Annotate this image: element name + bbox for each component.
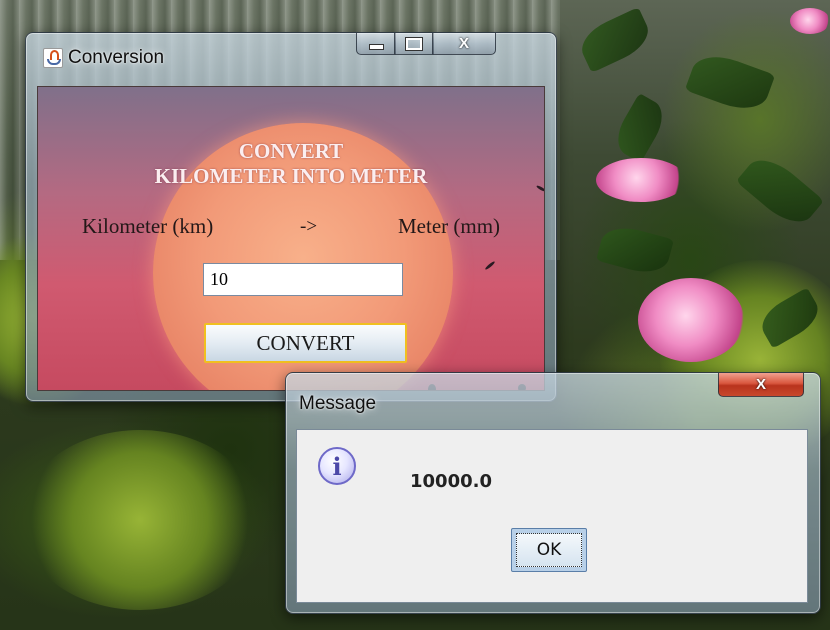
conversion-window: Conversion X CONVERT KILOMETER INTO METE…: [25, 32, 557, 402]
maximize-button[interactable]: [394, 33, 434, 55]
moss-plant: [20, 430, 260, 610]
minimize-icon: [368, 43, 384, 50]
info-icon-glyph: i: [332, 451, 342, 481]
heading-line-2: KILOMETER INTO METER: [154, 164, 428, 188]
conversion-heading: CONVERT KILOMETER INTO METER: [38, 139, 544, 189]
leaf: [574, 7, 656, 73]
ok-button[interactable]: OK: [511, 528, 587, 572]
pink-flower: [638, 278, 744, 362]
convert-button[interactable]: CONVERT: [204, 323, 407, 363]
kilometer-input[interactable]: [203, 263, 403, 296]
bird-silhouette: [484, 260, 496, 271]
conversion-panel: CONVERT KILOMETER INTO METER Kilometer (…: [37, 86, 545, 391]
arrow-label: ->: [300, 216, 318, 237]
message-panel: i 10000.0 OK: [296, 429, 808, 603]
close-icon: X: [458, 35, 469, 52]
close-button[interactable]: X: [432, 33, 496, 55]
leaf: [609, 93, 671, 163]
leaf: [596, 221, 674, 279]
maximize-icon: [405, 36, 423, 51]
close-icon: X: [755, 376, 766, 393]
dialog-title: Message: [299, 393, 377, 414]
java-icon: [43, 48, 63, 68]
pink-flower: [790, 8, 830, 34]
close-button[interactable]: X: [718, 373, 804, 397]
leaf: [735, 149, 825, 233]
heading-line-1: CONVERT: [238, 139, 344, 163]
minimize-button[interactable]: [356, 33, 396, 55]
meter-label: Meter (mm): [398, 214, 501, 238]
leaf: [684, 47, 776, 118]
info-icon: i: [318, 447, 356, 485]
pink-flower: [596, 158, 686, 202]
window-title: Conversion: [68, 47, 165, 68]
kilometer-label: Kilometer (km): [82, 214, 214, 238]
message-dialog: Message X i 10000.0 OK: [285, 372, 821, 614]
ok-button-label: OK: [516, 533, 582, 567]
message-text: 10000.0: [410, 471, 492, 492]
